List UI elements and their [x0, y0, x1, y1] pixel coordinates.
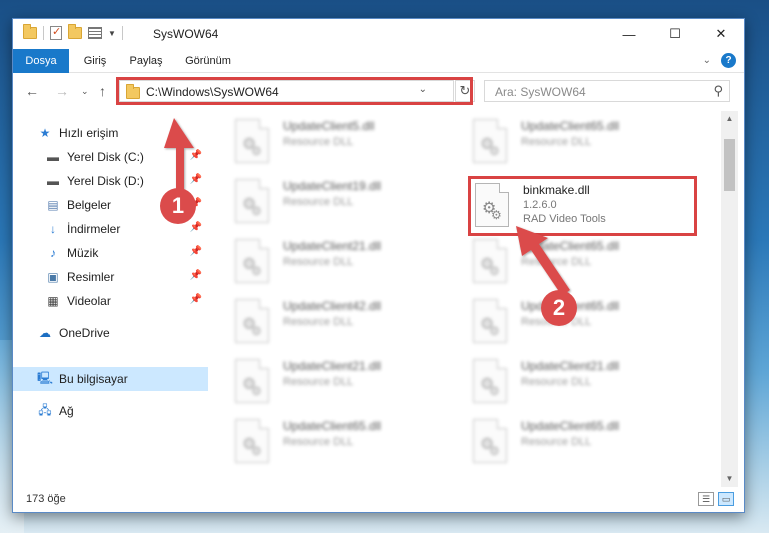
arrow-1-icon [164, 118, 194, 196]
arrow-2-icon [516, 226, 570, 296]
callout-badge-2: 2 [541, 290, 577, 326]
annotation-arrows [164, 118, 570, 296]
callout-badge-1: 1 [160, 188, 196, 224]
